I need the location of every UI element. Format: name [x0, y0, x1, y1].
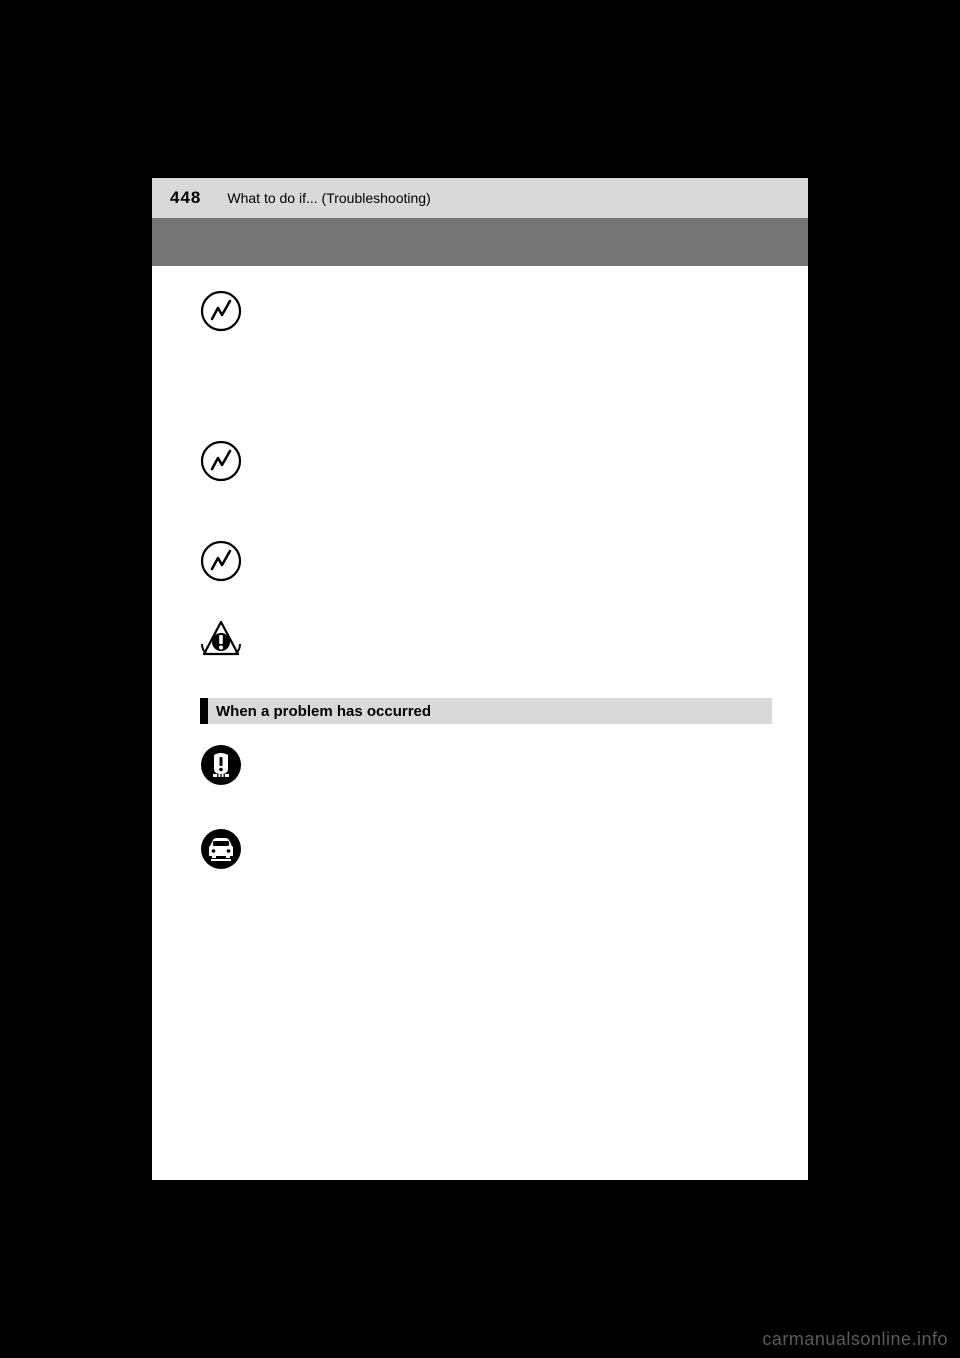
item-text: [260, 440, 772, 442]
power-icon: [200, 290, 242, 332]
power-icon: [200, 440, 242, 482]
watermark: carmanualsonline.info: [762, 1329, 948, 1350]
troubleshoot-item: [152, 440, 808, 482]
troubleshoot-item: [152, 540, 808, 582]
troubleshoot-item: [152, 290, 808, 332]
section-heading: When a problem has occurred: [200, 698, 772, 724]
section-heading-text: When a problem has occurred: [216, 703, 431, 720]
item-text: [260, 540, 772, 542]
tire-icon: [200, 744, 242, 786]
page-header: 448 What to do if... (Troubleshooting): [152, 178, 808, 218]
power-icon: [200, 540, 242, 582]
gray-divider-bar: [152, 218, 808, 266]
master-warning-icon: [200, 618, 242, 660]
item-text: [260, 618, 772, 620]
troubleshoot-item: [152, 618, 808, 660]
manual-page: 448 What to do if... (Troubleshooting): [152, 178, 808, 1180]
troubleshoot-item: [152, 744, 808, 786]
item-text: [260, 290, 772, 292]
item-text: [260, 828, 772, 830]
troubleshoot-item: [152, 828, 808, 870]
section-path: What to do if... (Troubleshooting): [227, 190, 430, 206]
page-number: 448: [170, 188, 201, 208]
car-icon: [200, 828, 242, 870]
item-text: [260, 744, 772, 746]
page-content: When a problem has occurred: [152, 266, 808, 870]
